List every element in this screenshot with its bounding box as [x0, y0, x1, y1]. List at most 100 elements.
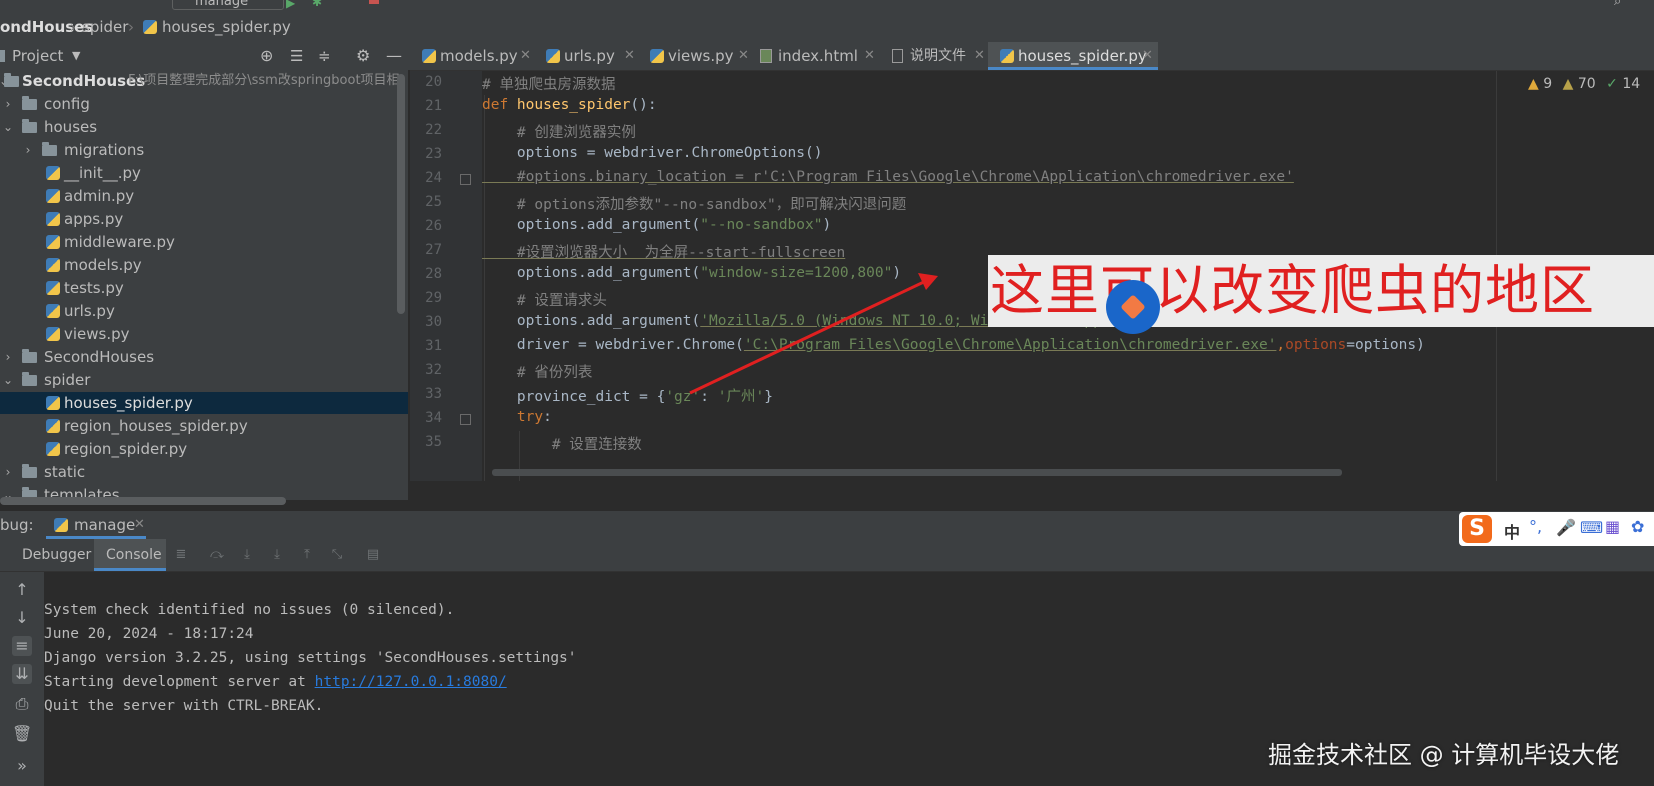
ime-mode[interactable]: 中: [1504, 519, 1520, 543]
line-number: 24: [425, 170, 442, 186]
tab-label: index.html: [778, 47, 858, 65]
tree-item-houses-spider-py[interactable]: houses_spider.py: [0, 392, 408, 414]
tab-views-py[interactable]: views.py ✕: [650, 42, 750, 70]
debug-session-tab[interactable]: manage: [74, 511, 135, 539]
breadcrumb-project[interactable]: ondHouses: [0, 12, 93, 42]
editor-horizontal-scrollbar[interactable]: [492, 469, 1342, 476]
evaluate-icon[interactable]: ▤: [366, 548, 380, 562]
chevron-down-icon[interactable]: ⌄: [2, 369, 14, 391]
tree-item-admin-py[interactable]: admin.py: [0, 185, 408, 207]
step-over-icon[interactable]: ⤼: [210, 548, 224, 562]
tree-item-init-py[interactable]: __init__.py: [0, 162, 408, 184]
tree-item-tests-py[interactable]: tests.py: [0, 277, 408, 299]
chevron-right-icon[interactable]: ›: [2, 346, 14, 368]
debug-icon[interactable]: ✱: [312, 0, 322, 9]
hide-panel-icon[interactable]: —: [386, 42, 402, 70]
chevron-down-icon[interactable]: ⌄: [2, 116, 14, 138]
tree-item-views-py[interactable]: views.py: [0, 323, 408, 345]
project-panel-header: Project ▼ ⊕ ☰ ≑ ⚙ —: [0, 42, 410, 70]
close-icon[interactable]: ✕: [134, 511, 145, 539]
close-icon[interactable]: ✕: [520, 42, 531, 70]
tab-houses-spider-py[interactable]: houses_spider.py ✕: [988, 42, 1158, 70]
tree-item-migrations[interactable]: › migrations: [0, 139, 408, 161]
tree-horizontal-scrollbar[interactable]: [0, 497, 286, 505]
close-icon[interactable]: ✕: [974, 42, 985, 70]
breadcrumb-file[interactable]: houses_spider.py: [162, 12, 291, 42]
project-panel-title[interactable]: Project: [12, 42, 63, 70]
locate-file-icon[interactable]: ⊕: [260, 42, 273, 70]
tab-console[interactable]: Console: [94, 539, 166, 571]
tree-item-region-spider-py[interactable]: region_spider.py: [0, 438, 408, 460]
keyboard-icon[interactable]: ⌨: [1580, 518, 1603, 537]
close-icon[interactable]: ✕: [1142, 42, 1153, 70]
more-icon[interactable]: »: [12, 756, 32, 776]
breadcrumb-folder[interactable]: spider: [82, 12, 128, 42]
chevron-right-icon[interactable]: ›: [22, 139, 34, 161]
tree-scrollbar[interactable]: [397, 74, 405, 314]
tree-item-houses[interactable]: ⌄ houses: [0, 116, 408, 138]
line-number: 20: [425, 74, 442, 90]
tree-item-region-houses-spider-py[interactable]: region_houses_spider.py: [0, 415, 408, 437]
chevron-right-icon[interactable]: ›: [2, 93, 14, 115]
tree-item-middleware-py[interactable]: middleware.py: [0, 231, 408, 253]
print-icon[interactable]: ⎙: [12, 694, 32, 714]
step-out-icon[interactable]: ⤒: [300, 548, 314, 562]
debug-panel-label: bug:: [0, 516, 34, 534]
step-into-my-code-icon[interactable]: ⤓: [270, 548, 284, 562]
line-number: 34: [425, 410, 442, 426]
step-into-icon[interactable]: ⤓: [240, 548, 254, 562]
soft-wrap-icon[interactable]: ≡: [12, 636, 32, 656]
arrow-up-icon[interactable]: ↑: [12, 580, 32, 600]
run-config-label: manage: [195, 0, 249, 9]
close-icon[interactable]: ✕: [864, 42, 875, 70]
line-number: 26: [425, 218, 442, 234]
tree-item-label: models.py: [64, 256, 142, 274]
arrow-down-icon[interactable]: ↓: [12, 608, 32, 628]
tree-item-urls-py[interactable]: urls.py: [0, 300, 408, 322]
tab-readme[interactable]: 说明文件 ✕: [892, 42, 988, 70]
stop-icon[interactable]: [369, 0, 379, 4]
tree-item-static[interactable]: › static: [0, 461, 408, 483]
chevron-down-icon[interactable]: ▼: [72, 42, 80, 70]
warning-count-b: 70: [1577, 76, 1596, 92]
tree-item-path: F:\项目整理完成部分\ssm改springboot项目相: [128, 73, 400, 88]
tree-item-secondhouses-root[interactable]: ⌄ SecondHouses F:\项目整理完成部分\ssm改springboo…: [0, 70, 408, 92]
tab-debugger[interactable]: Debugger: [12, 539, 91, 571]
trash-icon[interactable]: 🗑: [12, 724, 32, 744]
ime-logo[interactable]: S: [1462, 515, 1492, 543]
tab-models-py[interactable]: models.py ✕: [422, 42, 534, 70]
close-icon[interactable]: ✕: [624, 42, 635, 70]
punctuation-icon[interactable]: °,: [1529, 517, 1542, 536]
run-to-cursor-icon[interactable]: ⤡: [330, 548, 344, 562]
apps-icon[interactable]: ▦: [1605, 517, 1620, 536]
collapse-all-icon[interactable]: ≑: [318, 42, 331, 70]
microphone-icon[interactable]: 🎤: [1556, 518, 1576, 537]
python-file-icon: [46, 189, 60, 203]
run-icon[interactable]: ▶: [286, 0, 295, 10]
tree-item-apps-py[interactable]: apps.py: [0, 208, 408, 230]
tree-item-secondhouses-pkg[interactable]: › SecondHouses: [0, 346, 408, 368]
fold-marker-icon[interactable]: [460, 414, 471, 425]
warning-icon: ▲: [1528, 76, 1539, 92]
tree-item-label: static: [44, 463, 86, 481]
close-icon[interactable]: ✕: [738, 42, 749, 70]
list-icon[interactable]: ≣: [174, 548, 188, 562]
search-everywhere-icon[interactable]: ⌕: [1614, 0, 1621, 9]
gear-icon[interactable]: ⚙: [356, 42, 370, 70]
tree-item-config[interactable]: › config: [0, 93, 408, 115]
inspection-widget[interactable]: ▲ 9 ▲ 70 ✓ 14: [1528, 76, 1640, 92]
server-url-link[interactable]: http://127.0.0.1:8080/: [315, 674, 507, 690]
skin-icon[interactable]: ✿: [1631, 517, 1644, 536]
run-config-select[interactable]: manage: [172, 0, 284, 10]
tree-item-label: spider: [44, 371, 91, 389]
chevron-right-icon[interactable]: ›: [2, 461, 14, 483]
tab-urls-py[interactable]: urls.py ✕: [546, 42, 638, 70]
tab-index-html[interactable]: index.html ✕: [760, 42, 878, 70]
tree-item-label: region_spider.py: [64, 440, 188, 458]
expand-all-icon[interactable]: ☰: [290, 42, 303, 70]
python-file-icon: [46, 281, 60, 295]
scroll-to-end-icon[interactable]: ⇊: [12, 664, 32, 684]
tree-item-spider[interactable]: ⌄ spider: [0, 369, 408, 391]
fold-marker-icon[interactable]: [460, 174, 471, 185]
tree-item-models-py[interactable]: models.py: [0, 254, 408, 276]
